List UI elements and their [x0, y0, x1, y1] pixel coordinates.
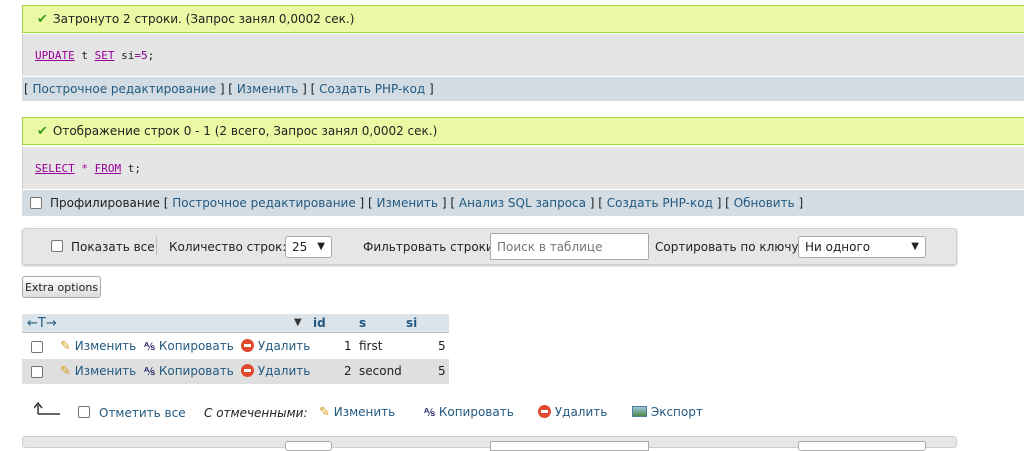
check-icon: ✔ — [37, 11, 48, 27]
pencil-icon: ✎ — [60, 364, 71, 379]
rows-count-select[interactable] — [285, 441, 332, 451]
edit-link[interactable]: Изменить — [377, 196, 439, 210]
show-all-label[interactable]: Показать все — [71, 240, 155, 254]
copy-icon: ⅍ — [144, 340, 155, 353]
with-selected-label: С отмеченными: — [204, 406, 308, 420]
sql-text: si — [114, 48, 135, 62]
sort-key-select[interactable] — [798, 441, 926, 451]
query-tools-select: Профилирование [ Построчное редактирован… — [22, 190, 1024, 216]
sql-keyword: FROM — [94, 161, 122, 175]
delete-icon — [538, 405, 551, 418]
column-header-id[interactable]: id — [313, 316, 326, 330]
copy-icon: ⅍ — [144, 365, 155, 378]
bulk-delete-button[interactable]: Удалить — [538, 405, 607, 419]
bulk-copy-button[interactable]: ⅍ Копировать — [424, 405, 514, 419]
copy-icon: ⅍ — [424, 406, 435, 419]
sql-query-select[interactable]: SELECT * FROM t; — [22, 147, 1024, 189]
cell-s[interactable]: second — [359, 364, 402, 378]
delete-icon — [241, 364, 254, 377]
bulk-export-button[interactable]: Экспорт — [632, 405, 703, 419]
row-delete[interactable]: Удалить — [241, 364, 310, 378]
profiling-label[interactable]: Профилирование — [50, 196, 160, 210]
table-row: ✎ Изменить ⅍ Копировать Удалить 2 second… — [22, 359, 449, 384]
row-edit[interactable]: ✎ Изменить — [60, 339, 136, 354]
cell-si[interactable]: 5 — [438, 339, 446, 353]
results-navigation-bottom — [22, 436, 957, 451]
cell-s[interactable]: first — [359, 339, 382, 353]
sql-keyword: SET — [94, 48, 115, 62]
sql-keyword: UPDATE — [35, 48, 75, 62]
table-header: ←T→ ▼ id s si — [22, 314, 449, 333]
sql-operator: = — [134, 48, 141, 62]
edit-link[interactable]: Изменить — [237, 82, 299, 96]
row-checkbox[interactable] — [31, 366, 43, 378]
success-message-update: ✔ Затронуто 2 строки. (Запрос занял 0,00… — [22, 5, 1024, 33]
row-copy[interactable]: ⅍ Копировать — [144, 364, 234, 378]
refresh-link[interactable]: Обновить — [734, 196, 795, 210]
sort-key-select[interactable]: Ни одного ▼ — [798, 236, 926, 258]
create-php-link[interactable]: Создать PHP-код — [607, 196, 713, 210]
success-text: Отображение строк 0 - 1 (2 всего, Запрос… — [52, 124, 438, 138]
success-message-select: ✔ Отображение строк 0 - 1 (2 всего, Запр… — [22, 117, 1024, 145]
sql-query-update[interactable]: UPDATE t SET si = 5; — [22, 34, 1024, 76]
row-delete[interactable]: Удалить — [241, 339, 310, 353]
column-header-s[interactable]: s — [359, 316, 366, 330]
query-tools-update: [ Построчное редактирование ] [ Изменить… — [22, 77, 1024, 101]
filter-rows-input[interactable] — [490, 441, 649, 451]
check-all-checkbox[interactable] — [78, 406, 90, 418]
filter-rows-label: Фильтровать строки: — [363, 240, 498, 254]
table-row: ✎ Изменить ⅍ Копировать Удалить 1 first … — [22, 334, 449, 359]
sql-text: ; — [147, 48, 155, 62]
extra-options-button[interactable]: Extra options — [22, 276, 101, 298]
sort-key-label: Сортировать по ключу: — [655, 240, 803, 254]
profiling-checkbox[interactable] — [30, 197, 42, 209]
check-all-label[interactable]: Отметить все — [99, 406, 186, 420]
filter-rows-input[interactable]: Поиск в таблице — [490, 233, 649, 260]
sort-down-icon[interactable]: ▼ — [294, 317, 302, 328]
cell-si[interactable]: 5 — [438, 364, 446, 378]
row-copy[interactable]: ⅍ Копировать — [144, 339, 234, 353]
export-icon — [632, 406, 647, 417]
sql-text: t; — [121, 161, 141, 175]
success-text: Затронуто 2 строки. (Запрос занял 0,0002… — [52, 12, 355, 26]
pencil-icon: ✎ — [60, 339, 71, 354]
rows-count-label: Количество строк: — [169, 240, 287, 254]
cell-id[interactable]: 1 — [344, 339, 352, 353]
rows-count-select[interactable]: 25 ▼ — [285, 236, 332, 258]
results-navigation: Показать все Количество строк: 25 ▼ Филь… — [22, 228, 957, 265]
chevron-down-icon: ▼ — [317, 241, 325, 252]
arrow-up-left-icon — [33, 401, 62, 416]
show-all-checkbox[interactable] — [51, 240, 63, 252]
sql-keyword: SELECT — [35, 161, 75, 175]
sql-text: t — [74, 48, 95, 62]
delete-icon — [241, 339, 254, 352]
column-header-si[interactable]: si — [406, 316, 417, 330]
sql-operator: * — [74, 161, 95, 175]
row-checkbox[interactable] — [31, 341, 43, 353]
inline-edit-link[interactable]: Построчное редактирование — [33, 82, 217, 96]
row-edit[interactable]: ✎ Изменить — [60, 364, 136, 379]
sql-value: 5 — [141, 48, 148, 62]
inline-edit-link[interactable]: Построчное редактирование — [172, 196, 356, 210]
check-icon: ✔ — [37, 123, 48, 139]
create-php-link[interactable]: Создать PHP-код — [319, 82, 425, 96]
bulk-edit-button[interactable]: ✎ Изменить — [319, 405, 395, 420]
analyze-sql-link[interactable]: Анализ SQL запроса — [459, 196, 586, 210]
chevron-down-icon: ▼ — [911, 241, 919, 252]
column-arrows[interactable]: ←T→ — [27, 316, 57, 331]
cell-id[interactable]: 2 — [344, 364, 352, 378]
pencil-icon: ✎ — [319, 405, 330, 420]
divider — [156, 237, 157, 255]
